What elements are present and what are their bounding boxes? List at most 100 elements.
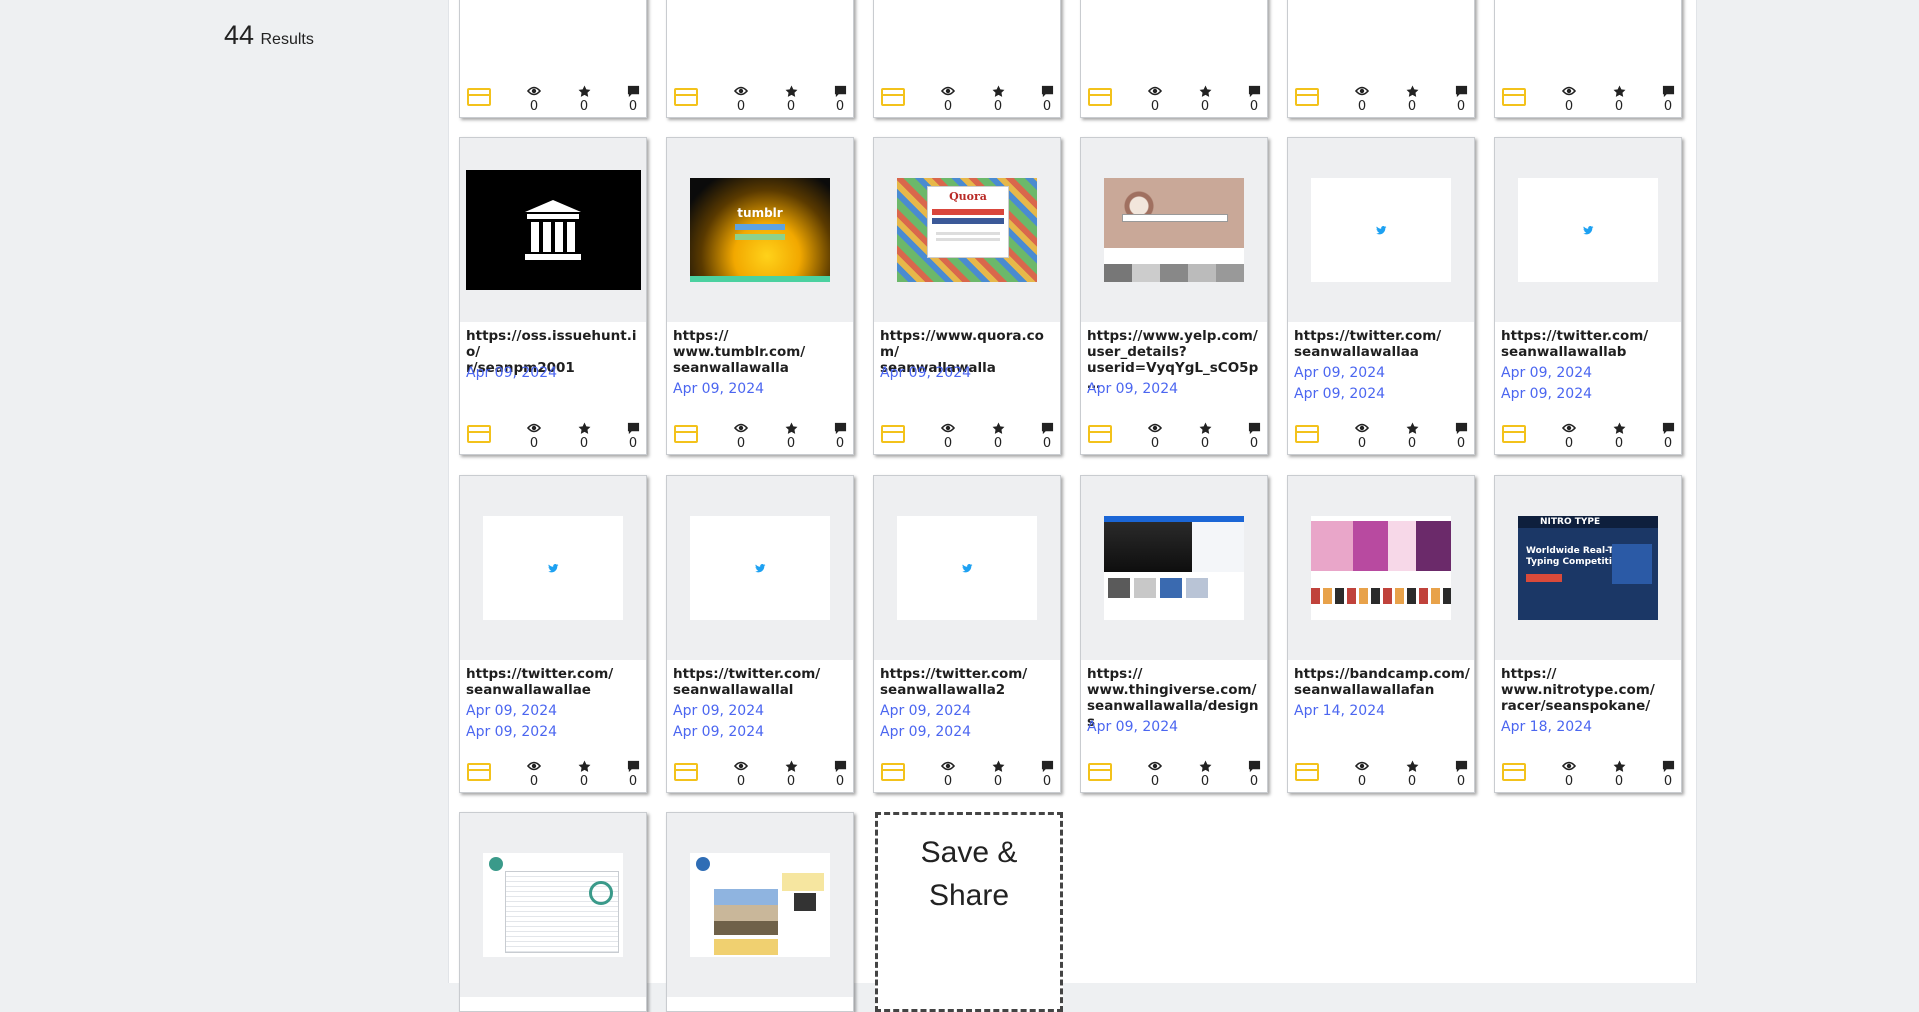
stars-stat: 0 — [776, 758, 806, 790]
stars-count: 0 — [786, 99, 796, 114]
star-icon — [776, 83, 806, 99]
card-stats: 0 0 0 — [874, 420, 1060, 454]
result-card[interactable]: https://twitter.com/ seanwallawallaa Apr … — [1287, 137, 1475, 455]
folder-icon[interactable] — [881, 425, 905, 443]
card-title[interactable]: https://twitter.com/ seanwallawalla2 — [880, 666, 1056, 698]
twitter-screenshot[interactable] — [1311, 178, 1451, 282]
folder-icon[interactable] — [1295, 763, 1319, 781]
archive-icon[interactable] — [465, 170, 641, 290]
star-icon — [1397, 758, 1427, 774]
stars-count: 0 — [1614, 774, 1624, 789]
comment-icon — [1653, 758, 1683, 774]
card-title[interactable]: https:// www.nitrotype.com/ racer/seansp… — [1501, 666, 1677, 714]
bandcamp-screenshot[interactable] — [1311, 516, 1451, 620]
result-card[interactable]: https:// www.reddit.com/user/ crikketmem… — [666, 0, 854, 118]
twitter-screenshot[interactable] — [483, 516, 623, 620]
views-stat: 0 — [1347, 83, 1377, 115]
result-card[interactable]: https://ko-fi.com/ seanpm2001Apr 09, 202… — [1287, 0, 1475, 118]
result-card[interactable] — [459, 812, 647, 1012]
folder-icon[interactable] — [1502, 763, 1526, 781]
twitter-screenshot[interactable] — [1518, 178, 1658, 282]
views-count: 0 — [1564, 99, 1574, 114]
views-count: 0 — [1150, 436, 1160, 451]
folder-icon[interactable] — [674, 88, 698, 106]
result-card[interactable]: https:// www.thingiverse.com/ seanwallaw… — [1080, 475, 1268, 793]
result-card[interactable]: https://www.yelp.com/ user_details? user… — [1080, 137, 1268, 455]
result-card[interactable]: https://twitter.com/ seanwallawallab Apr … — [1494, 137, 1682, 455]
card-title[interactable]: https://twitter.com/ seanwallawallab — [1501, 328, 1677, 360]
result-card[interactable]: https://oss.issuehunt.io/ r/seanpm2001 Ap… — [459, 137, 647, 455]
result-card[interactable]: https:// www.reddit.com/user/ seanwallaw… — [459, 0, 647, 118]
comment-icon — [1653, 420, 1683, 436]
star-icon — [569, 758, 599, 774]
thingiverse-screenshot[interactable] — [1104, 516, 1244, 620]
folder-icon[interactable] — [881, 88, 905, 106]
comments-count: 0 — [1663, 774, 1673, 789]
tumblr-screenshot[interactable]: tumblr — [690, 178, 830, 282]
views-stat: 0 — [1140, 83, 1170, 115]
result-card[interactable]: https://bandcamp.com/ seanwallawallafan A… — [1287, 475, 1475, 793]
eye-icon — [933, 83, 963, 99]
comments-stat: 0 — [1446, 83, 1476, 115]
comment-icon — [1239, 420, 1269, 436]
result-card[interactable]: https://liberapay.com/ seanpm2001Apr 09,… — [1494, 0, 1682, 118]
card-title[interactable]: https://bandcamp.com/ seanwallawallafan — [1294, 666, 1470, 698]
folder-icon[interactable] — [1088, 763, 1112, 781]
folder-icon[interactable] — [1295, 88, 1319, 106]
folder-icon[interactable] — [467, 763, 491, 781]
stars-count: 0 — [1407, 436, 1417, 451]
folder-icon[interactable] — [1502, 88, 1526, 106]
result-card[interactable]: https://twitter.com/ seanwallawallal Apr … — [666, 475, 854, 793]
save-share-label: Save & Share — [920, 836, 1018, 912]
card-title[interactable]: https://twitter.com/ seanwallawallaa — [1294, 328, 1470, 360]
folder-icon[interactable] — [467, 425, 491, 443]
comment-icon — [618, 758, 648, 774]
result-card[interactable]: https://twitter.com/ seanwallawalla2 Apr … — [873, 475, 1061, 793]
twitter-screenshot[interactable] — [897, 516, 1037, 620]
card-stats: 0 0 0 — [1288, 83, 1474, 117]
folder-icon[interactable] — [674, 425, 698, 443]
result-card[interactable]: NITRO TYPE Worldwide Real-Time Typing Comp… — [1494, 475, 1682, 793]
wikimedia-screenshot[interactable] — [690, 853, 830, 957]
result-card[interactable]: https:// opencollective.com/ seanpm2001A… — [1080, 0, 1268, 118]
save-share-button[interactable]: Save & Share — [875, 812, 1063, 1012]
yelp-screenshot[interactable] — [1104, 178, 1244, 282]
comment-icon — [1446, 420, 1476, 436]
results-number: 44 — [224, 20, 255, 50]
results-count: 44 Results — [224, 20, 314, 51]
folder-icon[interactable] — [1502, 425, 1526, 443]
views-count: 0 — [529, 774, 539, 789]
views-stat: 0 — [1347, 758, 1377, 790]
result-card[interactable]: https:// www.patreon.com/ seanpm2001_sof… — [873, 0, 1061, 118]
views-stat: 0 — [1347, 420, 1377, 452]
folder-icon[interactable] — [1295, 425, 1319, 443]
card-title[interactable]: https:// www.tumblr.com/ seanwallawalla — [673, 328, 849, 376]
folder-icon[interactable] — [1088, 88, 1112, 106]
card-title[interactable]: https://twitter.com/ seanwallawallal — [673, 666, 849, 698]
eye-icon — [1140, 420, 1170, 436]
stars-stat: 0 — [1397, 420, 1427, 452]
result-card[interactable]: Quora https://www.quora.com/ seanwallawal… — [873, 137, 1061, 455]
comments-stat: 0 — [1653, 420, 1683, 452]
quora-screenshot[interactable]: Quora — [897, 178, 1037, 282]
folder-icon[interactable] — [1088, 425, 1112, 443]
views-stat: 0 — [519, 758, 549, 790]
stars-count: 0 — [993, 99, 1003, 114]
nitrotype-screenshot[interactable]: NITRO TYPE Worldwide Real-Time Typing Comp… — [1518, 516, 1658, 620]
folder-icon[interactable] — [674, 763, 698, 781]
stars-stat: 0 — [1190, 758, 1220, 790]
comments-count: 0 — [835, 99, 845, 114]
result-card[interactable]: https://twitter.com/ seanwallawallae Apr … — [459, 475, 647, 793]
result-card[interactable]: tumblr https:// www.tumblr.com/ seanwalla… — [666, 137, 854, 455]
folder-icon[interactable] — [467, 88, 491, 106]
result-card[interactable] — [666, 812, 854, 1012]
eye-icon — [726, 83, 756, 99]
twitter-screenshot[interactable] — [690, 516, 830, 620]
wikipedia-screenshot[interactable] — [483, 853, 623, 957]
card-title[interactable]: https://twitter.com/ seanwallawallae — [466, 666, 642, 698]
folder-icon[interactable] — [881, 763, 905, 781]
card-stats: 0 0 0 — [1288, 420, 1474, 454]
comments-count: 0 — [1042, 436, 1052, 451]
comment-icon — [1239, 758, 1269, 774]
star-icon — [983, 83, 1013, 99]
